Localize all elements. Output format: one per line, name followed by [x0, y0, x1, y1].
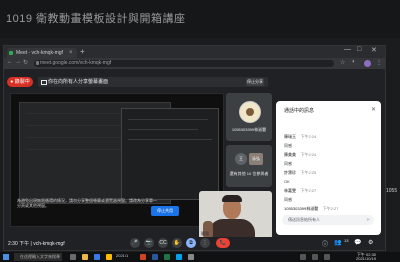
close-icon[interactable]: ✕ — [371, 106, 376, 113]
presenter-video-tile[interactable]: 簡錦 — [199, 191, 272, 239]
word-icon[interactable] — [152, 254, 158, 260]
activities-icon[interactable]: ⚙ — [368, 239, 373, 246]
message-time: 下午2:25 — [300, 170, 317, 175]
app-icon[interactable] — [188, 254, 194, 260]
avatar: 泳弘 — [249, 153, 263, 165]
message-sender: 陳瑞玉 — [284, 134, 296, 139]
meet-favicon-icon — [9, 51, 13, 55]
reload-icon[interactable]: ↻ — [23, 59, 28, 66]
wifi-icon[interactable] — [312, 254, 318, 260]
presenter-hair — [222, 195, 242, 202]
message-sender: 許寶珍 — [284, 170, 296, 175]
info-icon[interactable]: ⓘ — [322, 239, 328, 248]
chat-title: 通話中的訊息 — [284, 108, 315, 114]
participant-tile-others[interactable]: 王 泳弘 還有其他 10 位參與者 — [226, 145, 272, 187]
task-view-icon[interactable] — [70, 254, 76, 260]
tray-icon[interactable] — [300, 254, 306, 260]
shared-caption: 為避免出現無限循環的情況，請勿分享整個螢幕或瀏覽器視窗。請改為分享單一分頁或其他… — [17, 198, 157, 208]
page-title: 1019 衛教動畫模板設計與開箱講座 — [6, 13, 186, 25]
meeting-time-code: 2:30 下午 | vch-kmqk-mgf — [8, 241, 65, 247]
raise-hand-icon[interactable]: ✋ — [172, 238, 182, 248]
microphone-icon[interactable]: 🎤 — [130, 238, 140, 248]
participant-name: 還有其他 10 位參與者 — [229, 171, 269, 176]
chat-input-placeholder: 傳送訊息給所有人 — [288, 217, 320, 222]
file-explorer-icon[interactable] — [82, 254, 88, 260]
browser-window: Meet - vch-kmqk-mgf × + — □ ✕ ← → ↻ meet… — [3, 45, 386, 251]
minimize-button[interactable]: — — [344, 46, 351, 53]
captions-icon[interactable]: CC — [158, 238, 168, 248]
star-icon[interactable]: ☆ — [340, 59, 345, 66]
tab-title: Meet - vch-kmqk-mgf — [16, 50, 63, 56]
message-time: 下午2:27 — [322, 206, 339, 211]
camera-icon[interactable]: 📷 — [144, 238, 154, 248]
menu-icon[interactable]: ⋮ — [376, 59, 382, 66]
recording-badge: ● 錄製中 — [7, 77, 33, 87]
meet-area: ● 錄製中 你在向所有人分享螢幕畫面 停止分享 為避免出現無限循環的情況，請勿分… — [4, 69, 385, 250]
address-bar[interactable]: meet.google.com/vch-kmqk-mgf — [34, 60, 334, 67]
message-time: 下午2:24 — [300, 134, 317, 139]
avatar: 王 — [235, 153, 247, 165]
chrome-icon[interactable] — [106, 254, 112, 260]
avatar-face — [246, 108, 254, 116]
stop-presenting-button[interactable]: 停止分享 — [246, 78, 264, 86]
taskbar-item-label[interactable]: 2021/1 — [116, 253, 128, 258]
control-bar: 2:30 下午 | vch-kmqk-mgf 🎤 📷 CC ✋ ⧉ ⋮ 📞 ⓘ … — [4, 237, 385, 250]
present-screen-icon — [41, 80, 47, 85]
presenting-text: 你在向所有人分享螢幕畫面 — [48, 79, 109, 85]
participant-tile[interactable]: 1055303399林淑嬰 — [226, 93, 272, 141]
chat-icon[interactable]: 💬 — [354, 239, 361, 246]
presenting-banner: 你在向所有人分享螢幕畫面 停止分享 — [38, 77, 268, 87]
address-text: meet.google.com/vch-kmqk-mgf — [40, 60, 112, 66]
shared-screen: 為避免出現無限循環的情況，請勿分享整個螢幕或瀏覽器視窗。請改為分享單一分頁或其他… — [10, 93, 224, 227]
shared-window-nested — [121, 108, 219, 200]
message-sender: 林嘉雯 — [284, 188, 296, 193]
presenter-body — [209, 219, 255, 239]
maximize-button[interactable]: □ — [357, 46, 361, 53]
message-time: 下午2:27 — [300, 188, 317, 193]
tab-close-icon[interactable]: × — [69, 48, 73, 58]
lock-icon — [36, 61, 39, 65]
side-number: 1055 — [386, 188, 398, 194]
participant-name: 1055303399林淑嬰 — [231, 127, 267, 132]
extension-icon[interactable]: ◐ — [352, 59, 356, 65]
message-sender: 1055303399林淑嬰 — [284, 206, 319, 211]
taskbar-search[interactable]: 在這裡輸入文字來搜尋 — [14, 253, 62, 261]
excel-icon[interactable] — [164, 254, 170, 260]
address-row: ← → ↻ meet.google.com/vch-kmqk-mgf ☆ ◐ ⋮ — [4, 58, 385, 69]
more-options-icon[interactable]: ⋮ — [200, 238, 210, 248]
forward-icon[interactable]: → — [15, 59, 21, 65]
people-icon[interactable]: 👥 — [334, 239, 341, 246]
edge-icon[interactable] — [94, 254, 100, 260]
windows-start-icon[interactable] — [3, 254, 9, 260]
app-icon[interactable] — [176, 254, 182, 260]
participant-count: 13 — [344, 238, 349, 243]
chat-panel: 通話中的訊息 ✕ 陳瑞玉 下午2:24 同感 陳美美 下午2:24 同感 許寶珍… — [276, 101, 381, 235]
clock-date: 2021/10/19 — [356, 256, 377, 261]
volume-icon[interactable] — [324, 254, 330, 260]
avatar — [239, 101, 261, 123]
shared-stop-button: 停止共用 — [151, 206, 179, 216]
send-icon[interactable]: ➤ — [366, 215, 370, 225]
end-call-button[interactable]: 📞 — [216, 238, 230, 248]
new-tab-button[interactable]: + — [80, 47, 85, 56]
taskbar: 在這裡輸入文字來搜尋 2021/1 下午 02:30 2021/10/19 — [0, 252, 400, 262]
taskbar-clock[interactable]: 下午 02:30 2021/10/19 — [356, 253, 376, 261]
present-icon[interactable]: ⧉ — [186, 238, 196, 248]
powerpoint-icon[interactable] — [140, 254, 146, 260]
tab-strip: Meet - vch-kmqk-mgf × + — □ ✕ — [4, 46, 385, 58]
message-time: 下午2:24 — [300, 152, 317, 157]
title-bar: 1019 衛教動畫模板設計與開箱講座 — [0, 0, 400, 38]
back-icon[interactable]: ← — [7, 59, 13, 65]
chat-input[interactable]: 傳送訊息給所有人 ➤ — [282, 215, 374, 225]
close-window-button[interactable]: ✕ — [371, 46, 377, 54]
profile-avatar[interactable] — [364, 60, 371, 67]
browser-tab[interactable]: Meet - vch-kmqk-mgf × — [7, 48, 77, 58]
message-sender: 陳美美 — [284, 152, 296, 157]
